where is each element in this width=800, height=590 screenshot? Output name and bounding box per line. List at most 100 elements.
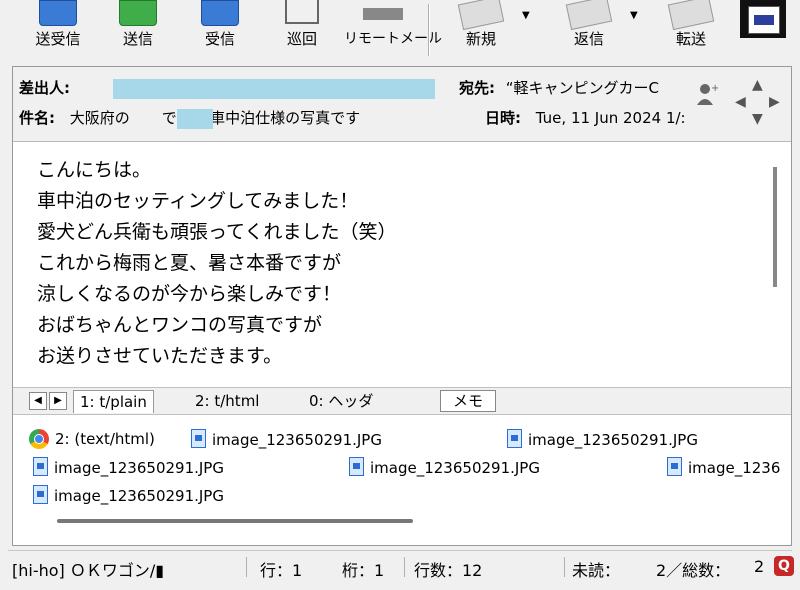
status-row: 行：1 xyxy=(260,561,303,580)
status-totals: 2／総数： xyxy=(656,561,731,580)
status-divider xyxy=(564,557,565,577)
attachment-item[interactable]: image_123650291.JPG xyxy=(349,457,540,477)
send-label: 送信 xyxy=(122,30,153,48)
attachment-item[interactable]: image_123650291.JPG xyxy=(507,429,698,449)
attachment-label: image_123650291.JPG xyxy=(528,431,698,449)
status-divider xyxy=(246,557,247,577)
q-app-icon[interactable]: Q xyxy=(774,556,794,576)
new-label: 新規 xyxy=(465,30,496,48)
new-dropdown[interactable]: ▼ xyxy=(520,0,536,62)
body-line: お送りさせていただきます。 xyxy=(37,345,283,367)
tab-plain[interactable]: 1: t/plain xyxy=(73,390,154,413)
patrol-label: 巡回 xyxy=(286,30,317,48)
reply-button[interactable]: 返信 xyxy=(554,0,624,62)
attachment-label: image_123650291.JPG xyxy=(212,431,382,449)
reply-dropdown[interactable]: ▼ xyxy=(628,0,644,62)
status-divider xyxy=(404,557,405,577)
message-body[interactable]: こんにちは。 車中泊のセッティングしてみました！ 愛犬どん兵衛も頑張ってくれまし… xyxy=(13,143,791,385)
from-label: 差出人: xyxy=(19,79,70,97)
status-mailbox: [hi-ho] ＯＫワゴン/▮ xyxy=(12,561,165,580)
tab-scroll-right-icon[interactable]: ▶ xyxy=(49,392,67,410)
chevron-down-icon: ▼ xyxy=(630,10,638,21)
attachment-label: image_123650291.JPG xyxy=(54,487,224,505)
receive-button[interactable]: 受信 xyxy=(186,0,254,62)
patrol-icon xyxy=(285,0,319,24)
add-contact-icon[interactable]: + xyxy=(696,81,718,107)
attachment-item[interactable]: image_123650291.JPG xyxy=(33,485,224,505)
forward-icon xyxy=(667,0,715,31)
to-row: 宛先: “軽キャンピングカーC xyxy=(459,77,659,98)
attachment-label: 2: (text/html) xyxy=(55,430,155,448)
date-value: Tue, 11 Jun 2024 1/: xyxy=(535,109,686,127)
image-file-icon xyxy=(33,485,48,504)
message-view: 差出人: 宛先: “軽キャンピングカーC 件名: 大阪府の です。 車中泊仕様の写… xyxy=(12,66,792,546)
forward-button[interactable]: 転送 xyxy=(656,0,726,62)
reply-icon xyxy=(565,0,613,31)
send-receive-label: 送受信 xyxy=(35,30,81,48)
send-button[interactable]: 送信 xyxy=(104,0,172,62)
attachment-item[interactable]: image_123650291.JPG xyxy=(191,429,382,449)
image-file-icon xyxy=(33,457,48,476)
image-file-icon xyxy=(667,457,682,476)
remote-mail-button[interactable]: リモートメール xyxy=(344,0,442,62)
subject-label: 件名: xyxy=(19,109,55,127)
to-label: 宛先: xyxy=(459,79,495,97)
attachment-html-part[interactable]: 2: (text/html) xyxy=(29,429,155,449)
toolbar-divider xyxy=(428,4,430,56)
remote-mail-icon xyxy=(363,8,403,20)
reply-label: 返信 xyxy=(573,30,604,48)
message-nav-pad: ▲ ◀ ▶ ▼ xyxy=(735,77,781,127)
patrol-button[interactable]: 巡回 xyxy=(268,0,336,62)
receive-label: 受信 xyxy=(204,30,235,48)
memo-button[interactable]: メモ xyxy=(440,390,496,412)
body-line: おばちゃんとワンコの写真ですが xyxy=(37,314,323,336)
message-header: 差出人: 宛先: “軽キャンピングカーC 件名: 大阪府の です。 車中泊仕様の写… xyxy=(13,67,791,142)
image-file-icon xyxy=(191,429,206,448)
attachment-label: image_123650291.JPG xyxy=(370,459,540,477)
status-unread: 未読： xyxy=(572,561,621,580)
from-row: 差出人: xyxy=(19,77,70,98)
body-line: 車中泊のセッティングしてみました！ xyxy=(37,190,359,212)
image-file-icon xyxy=(507,429,522,448)
status-line-count: 行数：12 xyxy=(414,561,483,580)
remote-mail-label: リモートメール xyxy=(344,31,442,47)
body-line: こんにちは。 xyxy=(37,159,152,181)
attachment-label: image_1236 xyxy=(688,459,781,477)
nav-down-icon[interactable]: ▼ xyxy=(752,111,763,127)
forward-label: 転送 xyxy=(675,30,706,48)
window-icon-inner xyxy=(748,6,780,34)
body-line: 涼しくなるのが今から楽しみです！ xyxy=(37,283,342,305)
date-label: 日時: xyxy=(485,109,521,127)
nav-right-icon[interactable]: ▶ xyxy=(769,94,780,110)
send-receive-button[interactable]: 送受信 xyxy=(22,0,94,62)
part-tabs: ◀ ▶ 1: t/plain 2: t/html 0: ヘッダ メモ xyxy=(13,387,791,415)
nav-left-icon[interactable]: ◀ xyxy=(735,94,746,110)
attachment-item[interactable]: image_123650291.JPG xyxy=(33,457,224,477)
attachment-item[interactable]: image_1236 xyxy=(667,457,780,477)
to-value[interactable]: “軽キャンピングカーC xyxy=(506,79,659,97)
window-icon[interactable] xyxy=(740,0,786,38)
status-total-value: 2 xyxy=(754,557,765,576)
status-column: 桁：1 xyxy=(342,561,385,580)
body-line: 愛犬どん兵衛も頑張ってくれました（笑） xyxy=(37,221,397,243)
tab-scroll-left-icon[interactable]: ◀ xyxy=(29,392,47,410)
chevron-down-icon: ▼ xyxy=(522,10,530,21)
status-bar: [hi-ho] ＯＫワゴン/▮ 行：1 桁：1 行数：12 未読： 2／総数： … xyxy=(8,550,794,581)
image-file-icon xyxy=(349,457,364,476)
svg-text:+: + xyxy=(711,83,718,94)
attachment-horizontal-scrollbar[interactable] xyxy=(57,519,413,523)
body-vertical-scrollbar[interactable] xyxy=(773,167,777,287)
attachment-label: image_123650291.JPG xyxy=(54,459,224,477)
nav-up-icon[interactable]: ▲ xyxy=(752,77,763,93)
date-row: 日時: Tue, 11 Jun 2024 1/: xyxy=(485,107,686,128)
from-value-redacted xyxy=(113,79,435,99)
tab-header[interactable]: 0: ヘッダ xyxy=(303,390,379,412)
send-icon xyxy=(119,0,157,26)
attachment-list: 2: (text/html) image_123650291.JPG image… xyxy=(13,415,791,531)
body-line: これから梅雨と夏、暑さ本番ですが xyxy=(37,252,342,274)
toolbar: 送受信 送信 受信 巡回 リモートメール 新規 ▼ 返信 ▼ 転送 xyxy=(0,0,800,62)
receive-icon xyxy=(201,0,239,26)
chrome-icon xyxy=(29,429,49,449)
tab-html[interactable]: 2: t/html xyxy=(189,390,265,412)
new-button[interactable]: 新規 xyxy=(446,0,516,62)
